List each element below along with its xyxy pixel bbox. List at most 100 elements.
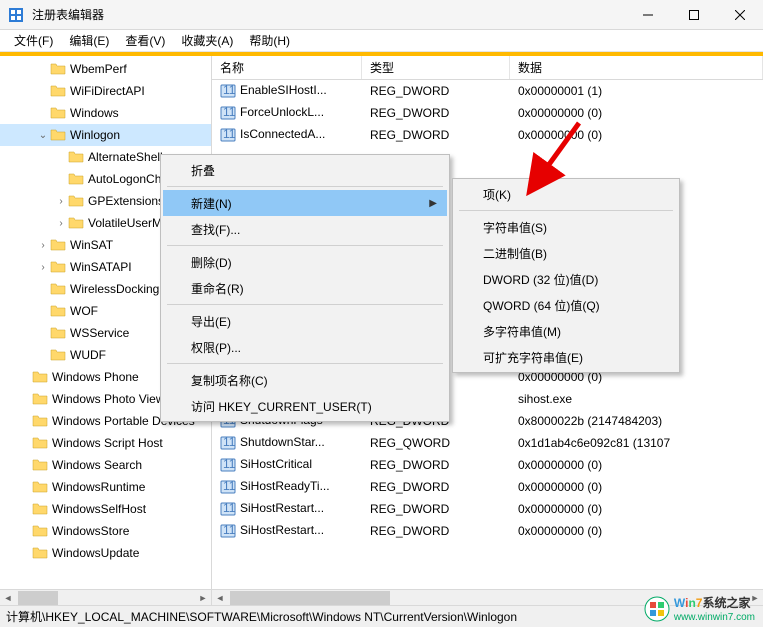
menu-favorites[interactable]: 收藏夹(A) <box>173 30 241 51</box>
ctx-new-multistring[interactable]: 多字符串值(M) <box>455 318 677 344</box>
scroll-thumb[interactable] <box>230 591 390 605</box>
tree-item[interactable]: ⌄Winlogon <box>0 124 211 146</box>
minimize-button[interactable] <box>625 0 671 30</box>
ctx-export[interactable]: 导出(E) <box>163 308 447 334</box>
ctx-new-string[interactable]: 字符串值(S) <box>455 214 677 240</box>
scroll-left-icon[interactable]: ◄ <box>0 590 16 605</box>
chevron-right-icon[interactable]: › <box>36 240 50 251</box>
chevron-right-icon[interactable]: › <box>54 196 68 207</box>
ctx-rename[interactable]: 重命名(R) <box>163 275 447 301</box>
watermark-url: www.winwin7.com <box>674 612 755 623</box>
list-row[interactable]: 110SiHostRestart...REG_DWORD0x00000000 (… <box>212 498 763 520</box>
watermark: Win7系统之家 www.winwin7.com <box>644 594 755 623</box>
folder-icon <box>50 128 66 142</box>
tree-item[interactable]: WindowsSelfHost <box>0 498 211 520</box>
separator <box>167 245 443 246</box>
folder-icon <box>32 458 48 472</box>
ctx-goto-hkcu[interactable]: 访问 HKEY_CURRENT_USER(T) <box>163 393 447 419</box>
cell-name: 110ForceUnlockL... <box>212 105 362 121</box>
reg-binary-icon: 110 <box>220 127 236 143</box>
col-data[interactable]: 数据 <box>510 56 763 79</box>
col-name[interactable]: 名称 <box>212 56 362 79</box>
close-button[interactable] <box>717 0 763 30</box>
separator <box>459 210 673 211</box>
cell-type: REG_DWORD <box>362 106 510 120</box>
ctx-new[interactable]: 新建(N)▶ <box>163 190 447 216</box>
folder-icon <box>32 502 48 516</box>
list-row[interactable]: 110EnableSIHostI...REG_DWORD0x00000001 (… <box>212 80 763 102</box>
reg-binary-icon: 110 <box>220 83 236 99</box>
tree-item-label: Windows Search <box>52 458 142 472</box>
ctx-new-dword[interactable]: DWORD (32 位)值(D) <box>455 266 677 292</box>
folder-icon <box>32 436 48 450</box>
tree-item[interactable]: Windows Search <box>0 454 211 476</box>
cell-data: 0x8000022b (2147484203) <box>510 414 763 428</box>
tree-item-label: GPExtensions <box>88 194 164 208</box>
ctx-find[interactable]: 查找(F)... <box>163 216 447 242</box>
list-row[interactable]: 110ForceUnlockL...REG_DWORD0x00000000 (0… <box>212 102 763 124</box>
col-type[interactable]: 类型 <box>362 56 510 79</box>
menu-help[interactable]: 帮助(H) <box>241 30 298 51</box>
tree-item-label: WindowsSelfHost <box>52 502 146 516</box>
tree-item-label: WinSAT <box>70 238 113 252</box>
titlebar: 注册表编辑器 <box>0 0 763 30</box>
annotation-arrow-icon <box>524 118 584 198</box>
list-row[interactable]: 110SiHostCriticalREG_DWORD0x00000000 (0) <box>212 454 763 476</box>
tree-item-label: WirelessDocking <box>70 282 159 296</box>
cell-data: 0x1d1ab4c6e092c81 (13107 <box>510 436 763 450</box>
maximize-button[interactable] <box>671 0 717 30</box>
svg-text:110: 110 <box>223 501 236 515</box>
watermark-icon <box>644 596 670 622</box>
tree-hscrollbar[interactable]: ◄ ► <box>0 589 211 605</box>
tree-item[interactable]: WbemPerf <box>0 58 211 80</box>
chevron-right-icon[interactable]: › <box>36 262 50 273</box>
tree-item[interactable]: WiFiDirectAPI <box>0 80 211 102</box>
list-row[interactable]: 110IsConnectedA...REG_DWORD0x00000000 (0… <box>212 124 763 146</box>
context-menu: 折叠 新建(N)▶ 查找(F)... 删除(D) 重命名(R) 导出(E) 权限… <box>160 154 450 422</box>
tree-item-label: WindowsStore <box>52 524 129 538</box>
app-icon <box>8 7 24 23</box>
tree-item[interactable]: Windows <box>0 102 211 124</box>
list-row[interactable]: 110SiHostReadyTi...REG_DWORD0x00000000 (… <box>212 476 763 498</box>
ctx-new-binary[interactable]: 二进制值(B) <box>455 240 677 266</box>
ctx-copy-key-name[interactable]: 复制项名称(C) <box>163 367 447 393</box>
folder-icon <box>68 172 84 186</box>
cell-type: REG_DWORD <box>362 480 510 494</box>
reg-binary-icon: 110 <box>220 479 236 495</box>
folder-icon <box>32 524 48 538</box>
ctx-permissions[interactable]: 权限(P)... <box>163 334 447 360</box>
tree-item[interactable]: WindowsUpdate <box>0 542 211 564</box>
cell-name: 110SiHostReadyTi... <box>212 479 362 495</box>
scroll-left-icon[interactable]: ◄ <box>212 590 228 605</box>
cell-type: REG_DWORD <box>362 458 510 472</box>
folder-icon <box>50 238 66 252</box>
cell-name: 110IsConnectedA... <box>212 127 362 143</box>
ctx-new-expandstring[interactable]: 可扩充字符串值(E) <box>455 344 677 370</box>
menu-file[interactable]: 文件(F) <box>6 30 61 51</box>
ctx-collapse[interactable]: 折叠 <box>163 157 447 183</box>
folder-icon <box>68 216 84 230</box>
tree-item[interactable]: WindowsRuntime <box>0 476 211 498</box>
cell-type: REG_DWORD <box>362 502 510 516</box>
scroll-right-icon[interactable]: ► <box>195 590 211 605</box>
menu-edit[interactable]: 编辑(E) <box>61 30 117 51</box>
folder-icon <box>50 282 66 296</box>
folder-icon <box>68 194 84 208</box>
folder-icon <box>32 392 48 406</box>
tree-item[interactable]: WindowsStore <box>0 520 211 542</box>
svg-text:110: 110 <box>223 479 236 493</box>
scroll-thumb[interactable] <box>18 591 58 605</box>
menu-view[interactable]: 查看(V) <box>117 30 173 51</box>
chevron-right-icon[interactable]: › <box>54 218 68 229</box>
svg-text:110: 110 <box>223 523 236 537</box>
list-row[interactable]: 110ShutdownStar...REG_QWORD0x1d1ab4c6e09… <box>212 432 763 454</box>
ctx-new-qword[interactable]: QWORD (64 位)值(Q) <box>455 292 677 318</box>
chevron-down-icon[interactable]: ⌄ <box>36 130 50 141</box>
cell-data: 0x00000001 (1) <box>510 84 763 98</box>
cell-data: 0x00000000 (0) <box>510 502 763 516</box>
svg-text:110: 110 <box>223 105 236 119</box>
window-buttons <box>625 0 763 30</box>
ctx-delete[interactable]: 删除(D) <box>163 249 447 275</box>
tree-item[interactable]: Windows Script Host <box>0 432 211 454</box>
list-row[interactable]: 110SiHostRestart...REG_DWORD0x00000000 (… <box>212 520 763 542</box>
